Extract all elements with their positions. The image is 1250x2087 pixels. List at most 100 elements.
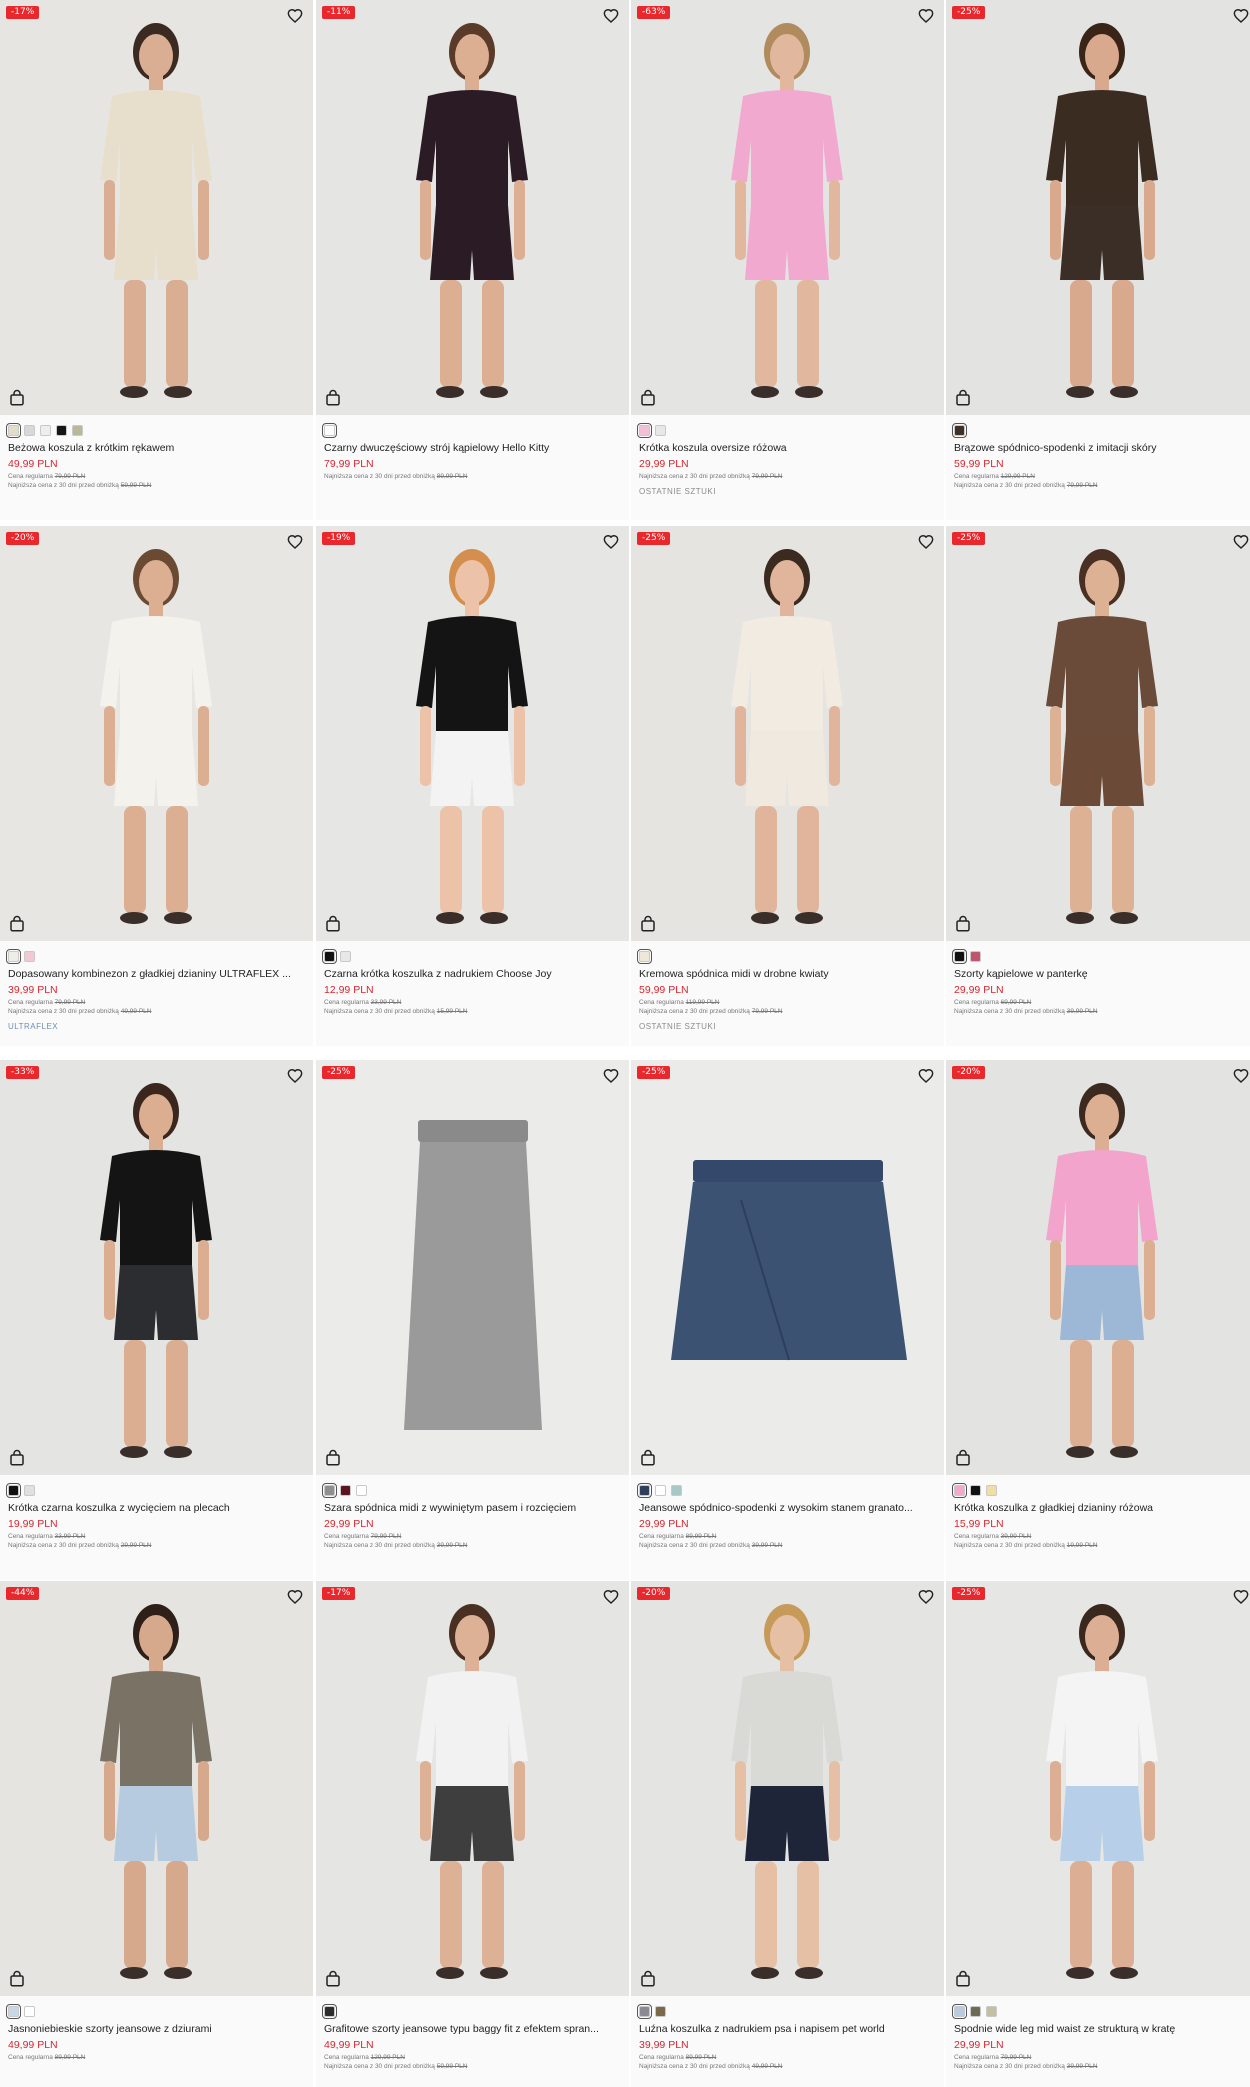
product-name[interactable]: Kremowa spódnica midi w drobne kwiaty xyxy=(639,967,936,981)
color-swatch[interactable] xyxy=(356,1484,367,1496)
shopping-bag-icon[interactable] xyxy=(639,1449,657,1467)
product-card[interactable]: -20% Dopasowany kombinezon z gładkiej dzi… xyxy=(0,526,313,1046)
shopping-bag-icon[interactable] xyxy=(954,915,972,933)
product-photo[interactable]: -20% xyxy=(0,526,313,941)
product-card[interactable]: -25% Brązowe spódnico-spodenki z imitacji… xyxy=(946,0,1250,520)
product-photo[interactable]: -25% xyxy=(316,1060,629,1475)
product-card[interactable]: -25% Szara spódnica midi z wywiniętym pas… xyxy=(316,1060,629,1580)
product-card[interactable]: -17% Beżowa koszula z krótkim rękawem 49,9… xyxy=(0,0,313,520)
color-swatch[interactable] xyxy=(322,2003,337,2019)
product-card[interactable]: -44% Jasnoniebieskie szorty jeansowe z dz… xyxy=(0,1581,313,2087)
heart-icon[interactable] xyxy=(918,1068,934,1084)
heart-icon[interactable] xyxy=(1233,1589,1249,1605)
color-swatch[interactable] xyxy=(322,422,337,438)
color-swatch[interactable] xyxy=(637,1482,652,1498)
color-swatch[interactable] xyxy=(986,2005,997,2017)
shopping-bag-icon[interactable] xyxy=(8,1449,26,1467)
product-card[interactable]: -33% Krótka czarna koszulka z wycięciem n… xyxy=(0,1060,313,1580)
shopping-bag-icon[interactable] xyxy=(324,915,342,933)
product-card[interactable]: -63% Krótka koszula oversize różowa 29,99 … xyxy=(631,0,944,520)
product-card[interactable]: -25% Spodnie wide leg mid waist ze strukt… xyxy=(946,1581,1250,2087)
color-swatch[interactable] xyxy=(322,1482,337,1498)
product-name[interactable]: Brązowe spódnico-spodenki z imitacji skó… xyxy=(954,441,1250,455)
heart-icon[interactable] xyxy=(918,8,934,24)
color-swatch[interactable] xyxy=(6,1482,21,1498)
heart-icon[interactable] xyxy=(918,534,934,550)
heart-icon[interactable] xyxy=(287,1589,303,1605)
color-swatch[interactable] xyxy=(72,424,83,436)
heart-icon[interactable] xyxy=(918,1589,934,1605)
color-swatch[interactable] xyxy=(970,950,981,962)
shopping-bag-icon[interactable] xyxy=(639,1970,657,1988)
product-photo[interactable]: -11% xyxy=(316,0,629,415)
heart-icon[interactable] xyxy=(287,1068,303,1084)
shopping-bag-icon[interactable] xyxy=(324,1970,342,1988)
color-swatch[interactable] xyxy=(322,948,337,964)
color-swatch[interactable] xyxy=(655,424,666,436)
product-photo[interactable]: -25% xyxy=(946,0,1250,415)
product-card[interactable]: -19% Czarna krótka koszulka z nadrukiem C… xyxy=(316,526,629,1046)
color-swatch[interactable] xyxy=(24,1484,35,1496)
product-name[interactable]: Jasnoniebieskie szorty jeansowe z dziura… xyxy=(8,2022,305,2036)
color-swatch[interactable] xyxy=(637,422,652,438)
color-swatch[interactable] xyxy=(952,1482,967,1498)
product-card[interactable]: -25% Jeansowe spódnico-spodenki z wysokim… xyxy=(631,1060,944,1580)
heart-icon[interactable] xyxy=(603,534,619,550)
color-swatch[interactable] xyxy=(970,1484,981,1496)
color-swatch[interactable] xyxy=(6,422,21,438)
product-name[interactable]: Beżowa koszula z krótkim rękawem xyxy=(8,441,305,455)
product-name[interactable]: Krótka czarna koszulka z wycięciem na pl… xyxy=(8,1501,305,1515)
product-photo[interactable]: -17% xyxy=(0,0,313,415)
color-swatch[interactable] xyxy=(56,424,67,436)
heart-icon[interactable] xyxy=(287,534,303,550)
shopping-bag-icon[interactable] xyxy=(8,1970,26,1988)
product-card[interactable]: -11% Czarny dwuczęściowy strój kąpielowy … xyxy=(316,0,629,520)
product-name[interactable]: Dopasowany kombinezon z gładkiej dzianin… xyxy=(8,967,305,981)
product-photo[interactable]: -20% xyxy=(946,1060,1250,1475)
product-name[interactable]: Krótka koszula oversize różowa xyxy=(639,441,936,455)
product-photo[interactable]: -25% xyxy=(946,1581,1250,1996)
color-swatch[interactable] xyxy=(970,2005,981,2017)
shopping-bag-icon[interactable] xyxy=(8,389,26,407)
product-card[interactable]: -25% Kremowa spódnica midi w drobne kwiat… xyxy=(631,526,944,1046)
shopping-bag-icon[interactable] xyxy=(954,1970,972,1988)
heart-icon[interactable] xyxy=(1233,1068,1249,1084)
heart-icon[interactable] xyxy=(603,8,619,24)
product-photo[interactable]: -25% xyxy=(946,526,1250,941)
product-photo[interactable]: -25% xyxy=(631,1060,944,1475)
product-name[interactable]: Szara spódnica midi z wywiniętym pasem i… xyxy=(324,1501,621,1515)
color-swatch[interactable] xyxy=(6,948,21,964)
product-name[interactable]: Szorty kąpielowe w panterkę xyxy=(954,967,1250,981)
shopping-bag-icon[interactable] xyxy=(8,915,26,933)
color-swatch[interactable] xyxy=(952,948,967,964)
shopping-bag-icon[interactable] xyxy=(954,1449,972,1467)
product-photo[interactable]: -63% xyxy=(631,0,944,415)
product-card[interactable]: -20% Krótka koszulka z gładkiej dzianiny … xyxy=(946,1060,1250,1580)
product-photo[interactable]: -19% xyxy=(316,526,629,941)
product-photo[interactable]: -44% xyxy=(0,1581,313,1996)
heart-icon[interactable] xyxy=(1233,8,1249,24)
color-swatch[interactable] xyxy=(6,2003,21,2019)
product-name[interactable]: Grafitowe szorty jeansowe typu baggy fit… xyxy=(324,2022,621,2036)
shopping-bag-icon[interactable] xyxy=(324,389,342,407)
shopping-bag-icon[interactable] xyxy=(954,389,972,407)
product-name[interactable]: Krótka koszulka z gładkiej dzianiny różo… xyxy=(954,1501,1250,1515)
color-swatch[interactable] xyxy=(637,948,652,964)
color-swatch[interactable] xyxy=(952,2003,967,2019)
product-name[interactable]: Czarny dwuczęściowy strój kąpielowy Hell… xyxy=(324,441,621,455)
product-name[interactable]: Luźna koszulka z nadrukiem psa i napisem… xyxy=(639,2022,936,2036)
heart-icon[interactable] xyxy=(1233,534,1249,550)
product-photo[interactable]: -17% xyxy=(316,1581,629,1996)
color-swatch[interactable] xyxy=(655,2005,666,2017)
product-name[interactable]: Spodnie wide leg mid waist ze strukturą … xyxy=(954,2022,1250,2036)
color-swatch[interactable] xyxy=(986,1484,997,1496)
product-name[interactable]: Jeansowe spódnico-spodenki z wysokim sta… xyxy=(639,1501,936,1515)
shopping-bag-icon[interactable] xyxy=(639,915,657,933)
product-card[interactable]: -17% Grafitowe szorty jeansowe typu baggy… xyxy=(316,1581,629,2087)
heart-icon[interactable] xyxy=(287,8,303,24)
color-swatch[interactable] xyxy=(40,424,51,436)
color-swatch[interactable] xyxy=(24,424,35,436)
product-card[interactable]: -20% Luźna koszulka z nadrukiem psa i nap… xyxy=(631,1581,944,2087)
shopping-bag-icon[interactable] xyxy=(324,1449,342,1467)
product-card[interactable]: -25% Szorty kąpielowe w panterkę 29,99 PLN… xyxy=(946,526,1250,1046)
